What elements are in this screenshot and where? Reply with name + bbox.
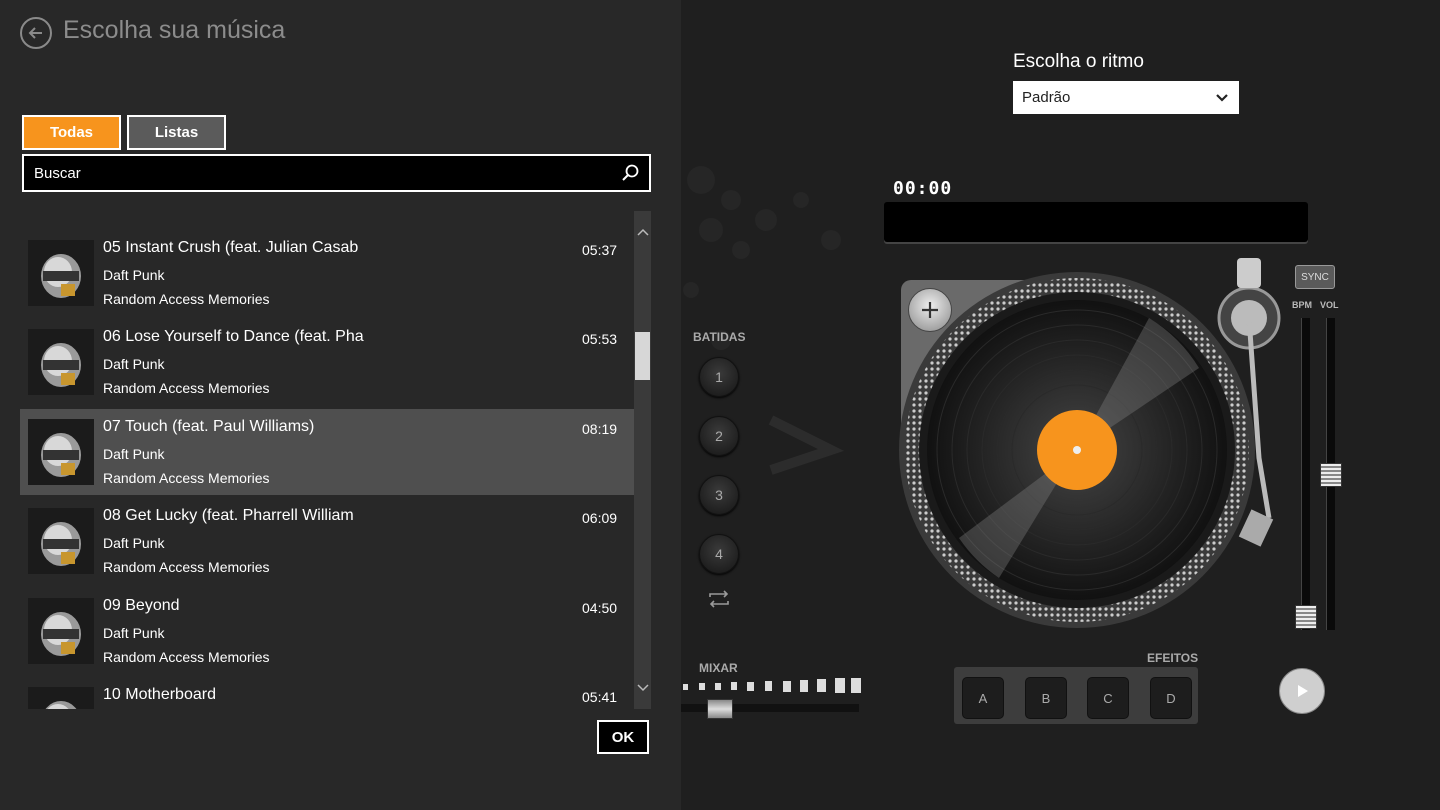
- search-box: [22, 154, 651, 192]
- album-cover-icon: [28, 598, 94, 664]
- album-cover: [28, 508, 94, 574]
- track-duration: 05:37: [582, 242, 618, 258]
- mix-slider-handle[interactable]: [707, 699, 733, 719]
- volume-slider-handle[interactable]: [1320, 463, 1342, 487]
- effect-button-b[interactable]: B: [1025, 677, 1067, 719]
- ok-button[interactable]: OK: [597, 720, 649, 754]
- album-cover-icon: [28, 419, 94, 485]
- album-cover: [28, 240, 94, 306]
- album-cover: [28, 419, 94, 485]
- effects-label: EFEITOS: [1147, 651, 1199, 665]
- track-album: Random Access Memories: [103, 649, 270, 665]
- track-list-scrollbar[interactable]: [634, 211, 651, 709]
- tab-lists[interactable]: Listas: [127, 115, 226, 150]
- play-icon: [1298, 685, 1308, 697]
- play-button[interactable]: [1279, 668, 1325, 714]
- turntable[interactable]: [899, 258, 1289, 638]
- track-row[interactable]: Random Access Memories: [20, 211, 634, 213]
- track-duration: 05:53: [582, 331, 618, 347]
- track-title: 10 Motherboard: [103, 686, 216, 703]
- add-track-button[interactable]: [908, 288, 952, 332]
- track-list: Random Access Memories05 Instant Crush (…: [20, 211, 634, 709]
- track-album: Random Access Memories: [103, 380, 270, 396]
- mix-label: MIXAR: [699, 661, 738, 675]
- track-title: 08 Get Lucky (feat. Pharrell William: [103, 507, 354, 524]
- chevron-down-icon: [1216, 94, 1228, 102]
- dj-deck-panel: Escolha o ritmo Padrão 00:00 BATIDAS 1 2…: [681, 0, 1440, 810]
- back-button[interactable]: [20, 17, 52, 49]
- bpm-slider-handle[interactable]: [1295, 605, 1317, 629]
- rhythm-selected-value: Padrão: [1022, 89, 1071, 106]
- mix-level-ticks: [683, 678, 861, 693]
- track-album: Random Access Memories: [103, 470, 270, 486]
- track-duration: 06:09: [582, 510, 618, 526]
- beat-button-2[interactable]: 2: [699, 416, 739, 456]
- album-cover: [28, 598, 94, 664]
- scroll-up-button[interactable]: [634, 223, 651, 241]
- chevron-up-icon: [636, 228, 649, 236]
- track-artist: Daft Punk: [103, 356, 165, 372]
- track-title: 05 Instant Crush (feat. Julian Casab: [103, 239, 359, 256]
- track-row[interactable]: 09 Beyond Daft Punk Random Access Memories…: [20, 588, 634, 674]
- loop-icon[interactable]: [706, 589, 732, 609]
- sync-button[interactable]: SYNC: [1295, 265, 1335, 289]
- track-album: Random Access Memories: [103, 559, 270, 575]
- album-cover-icon: [28, 240, 94, 306]
- music-picker-panel: Escolha sua música Todas Listas Random A…: [0, 0, 681, 810]
- chevron-down-icon: [636, 684, 649, 692]
- search-input[interactable]: [34, 156, 604, 190]
- album-cover-icon: [28, 329, 94, 395]
- effect-button-a[interactable]: A: [962, 677, 1004, 719]
- plus-icon: [922, 302, 938, 318]
- album-cover-icon: [28, 687, 94, 709]
- track-artist: Daft Punk: [103, 535, 165, 551]
- track-row[interactable]: 10 Motherboard 05:41: [20, 677, 634, 709]
- effect-button-d[interactable]: D: [1150, 677, 1192, 719]
- album-cover-icon: [28, 508, 94, 574]
- album-cover: [28, 329, 94, 395]
- track-title: 06 Lose Yourself to Dance (feat. Pha: [103, 328, 364, 345]
- track-artist: Daft Punk: [103, 446, 165, 462]
- page-title: Escolha sua música: [63, 16, 286, 44]
- track-row[interactable]: 06 Lose Yourself to Dance (feat. Pha Daft…: [20, 319, 634, 405]
- scroll-down-button[interactable]: [634, 679, 651, 697]
- track-row[interactable]: 05 Instant Crush (feat. Julian Casab Daft…: [20, 230, 634, 316]
- track-title: 09 Beyond: [103, 597, 180, 614]
- beat-button-4[interactable]: 4: [699, 534, 739, 574]
- search-icon[interactable]: [621, 164, 639, 182]
- track-display: [884, 202, 1308, 242]
- effects-panel: A B C D: [954, 667, 1198, 724]
- timer-display: 00:00: [893, 178, 953, 199]
- track-artist: Daft Punk: [103, 625, 165, 641]
- track-duration: 04:50: [582, 600, 618, 616]
- track-row[interactable]: 07 Touch (feat. Paul Williams) Daft Punk R…: [20, 409, 634, 495]
- beat-button-1[interactable]: 1: [699, 357, 739, 397]
- beats-label: BATIDAS: [693, 330, 746, 344]
- album-cover: [28, 687, 94, 709]
- track-artist: Daft Punk: [103, 267, 165, 283]
- bpm-label: BPM: [1292, 300, 1312, 310]
- bpm-slider-track[interactable]: [1301, 318, 1310, 630]
- effect-button-c[interactable]: C: [1087, 677, 1129, 719]
- arrow-left-icon: [28, 27, 42, 39]
- rhythm-label: Escolha o ritmo: [1013, 51, 1144, 72]
- scroll-thumb[interactable]: [635, 332, 650, 380]
- track-duration: 08:19: [582, 421, 618, 437]
- tab-all[interactable]: Todas: [22, 115, 121, 150]
- track-row[interactable]: 08 Get Lucky (feat. Pharrell William Daft…: [20, 498, 634, 584]
- beat-button-3[interactable]: 3: [699, 475, 739, 515]
- volume-label: VOL: [1320, 300, 1339, 310]
- track-title: 07 Touch (feat. Paul Williams): [103, 418, 315, 435]
- track-album: Random Access Memories: [103, 291, 270, 307]
- track-duration: 05:41: [582, 689, 618, 705]
- rhythm-select[interactable]: Padrão: [1013, 81, 1239, 114]
